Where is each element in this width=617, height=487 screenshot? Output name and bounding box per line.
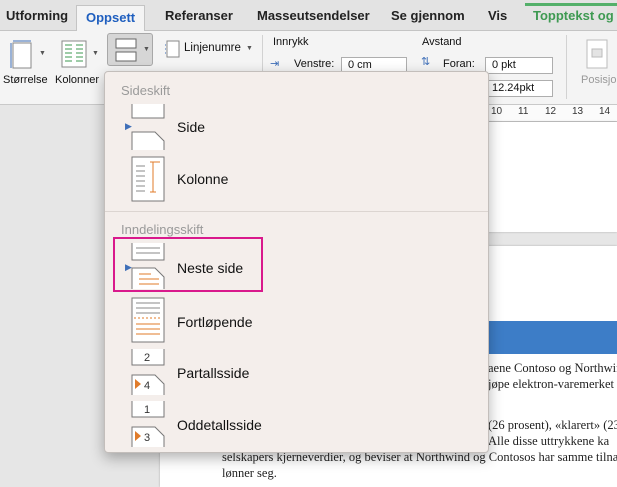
tab-utforming[interactable]: Utforming bbox=[6, 8, 68, 23]
spacing-before-icon: ⇅ bbox=[421, 56, 431, 68]
size-label[interactable]: Størrelse bbox=[3, 74, 48, 86]
spacing-group-label: Avstand bbox=[422, 36, 462, 48]
svg-text:3: 3 bbox=[144, 432, 150, 444]
document-text-line: aene Contoso og Northwin bbox=[488, 361, 617, 375]
position-icon[interactable] bbox=[586, 39, 608, 72]
breaks-button[interactable]: ▼ bbox=[107, 33, 153, 66]
line-numbers-dropdown-icon[interactable]: ▼ bbox=[246, 45, 253, 52]
menu-item-label: Kolonne bbox=[177, 171, 229, 187]
ruler-number: 10 bbox=[491, 106, 503, 117]
menu-section-section-breaks: Inndelingsskift bbox=[121, 222, 204, 237]
ribbon-tab-bar: Utforming Oppsett Referanser Masseutsend… bbox=[0, 0, 617, 32]
svg-text:2: 2 bbox=[144, 352, 150, 364]
indent-left-label: Venstre: bbox=[294, 58, 335, 70]
document-text-line: jøpe elektron-varemerket f bbox=[488, 377, 617, 391]
document-text-line: (26 prosent), «klarert» (23 bbox=[488, 418, 617, 432]
menu-item-side[interactable]: ▶ Side bbox=[105, 104, 488, 152]
menu-item-kolonne[interactable]: Kolonne bbox=[105, 156, 488, 204]
column-break-icon bbox=[131, 156, 165, 202]
svg-text:1: 1 bbox=[144, 404, 150, 416]
menu-section-page-breaks: Sideskift bbox=[121, 83, 171, 98]
tab-oppsett[interactable]: Oppsett bbox=[76, 5, 146, 32]
position-label[interactable]: Posisjo bbox=[581, 74, 616, 86]
spacing-before-input[interactable]: 0 pkt bbox=[485, 57, 553, 74]
tab-vis[interactable]: Vis bbox=[488, 8, 507, 23]
indent-group-label: Innrykk bbox=[273, 36, 309, 48]
tab-referanser[interactable]: Referanser bbox=[165, 8, 233, 23]
indent-left-icon: ⇥ bbox=[270, 58, 280, 70]
svg-text:4: 4 bbox=[144, 380, 150, 392]
columns-label[interactable]: Kolonner bbox=[55, 74, 99, 86]
size-dropdown-icon[interactable]: ▼ bbox=[39, 50, 46, 57]
horizontal-ruler[interactable]: 10 11 12 13 14 bbox=[480, 105, 617, 122]
page-break-icon bbox=[131, 104, 165, 150]
spacing-before-label: Foran: bbox=[443, 58, 475, 70]
menu-item-partallsside[interactable]: 2 4 Partallsside bbox=[105, 349, 488, 397]
menu-item-fortlopende[interactable]: Fortløpende bbox=[105, 297, 488, 345]
spacing-after-input[interactable]: 12.24pkt bbox=[485, 80, 553, 97]
menu-item-oddetallsside[interactable]: 1 3 Oddetallsside bbox=[105, 401, 488, 449]
ruler-number: 11 bbox=[518, 106, 529, 117]
tab-se-gjennom[interactable]: Se gjennom bbox=[391, 8, 465, 23]
tab-topptekst[interactable]: Topptekst og bbox=[525, 3, 617, 23]
menu-item-label: Side bbox=[177, 119, 206, 135]
menu-item-label: Partallsside bbox=[177, 365, 250, 381]
odd-page-break-icon: 1 3 bbox=[131, 401, 165, 447]
columns-dropdown-icon[interactable]: ▼ bbox=[92, 50, 99, 57]
breaks-dropdown-icon: ▼ bbox=[143, 46, 150, 53]
document-text-line: Alle disse uttrykkene ka bbox=[488, 434, 610, 448]
menu-item-label: Fortløpende bbox=[177, 314, 253, 330]
ribbon-divider bbox=[566, 35, 567, 99]
line-numbers-button[interactable]: Linjenumre bbox=[184, 42, 241, 54]
even-page-break-icon: 2 4 bbox=[131, 349, 165, 395]
columns-icon[interactable] bbox=[60, 39, 88, 72]
continuous-break-icon bbox=[131, 297, 165, 343]
highlight-box bbox=[113, 237, 263, 292]
ruler-number: 13 bbox=[572, 106, 584, 117]
document-text-line: lønner seg. bbox=[222, 466, 277, 480]
ruler-number: 14 bbox=[599, 106, 611, 117]
breaks-icon bbox=[115, 38, 137, 62]
line-numbers-icon bbox=[164, 40, 180, 61]
tab-masseutsendelser[interactable]: Masseutsendelser bbox=[257, 8, 370, 23]
ruler-number: 12 bbox=[545, 106, 557, 117]
page-size-icon[interactable] bbox=[9, 39, 35, 74]
menu-item-label: Oddetallsside bbox=[177, 417, 262, 433]
menu-separator bbox=[105, 211, 488, 212]
